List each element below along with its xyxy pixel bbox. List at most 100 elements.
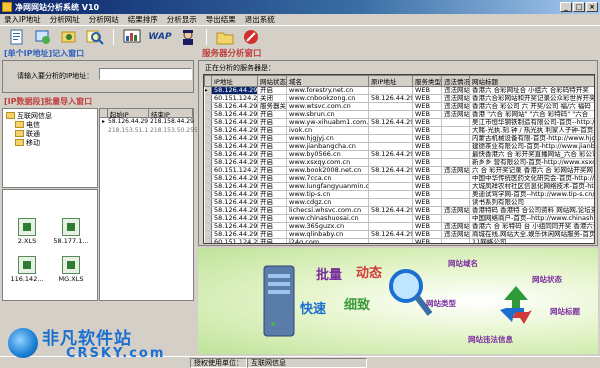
table-cell <box>368 86 413 95</box>
maximize-button[interactable]: □ <box>573 2 585 12</box>
table-cell: 58.126.44.29 <box>211 198 258 207</box>
table-row[interactable]: 58.126.44.29 开启 www.qlinbaby.cn 58.126.44.2… <box>204 230 594 239</box>
tree-node-root[interactable]: 互联网信息 <box>6 111 94 120</box>
results-table-container[interactable]: IP地址 网站状态 域名 原IP地址 服务类型 违法情况 网站标题 ▸ 58.126.44.2… <box>203 74 595 244</box>
table-cell: WEB <box>412 166 442 175</box>
table-cell <box>368 222 413 231</box>
stop-button[interactable] <box>240 28 262 46</box>
menu-item-sort[interactable]: 结果排序 <box>128 14 158 25</box>
table-row[interactable]: 58.126.44.29 开启 ivok.cn WEB 大赌-光执.刻.钟 / 热光执 … <box>204 126 594 135</box>
table-cell <box>441 198 470 207</box>
file-item[interactable]: MG.XLS <box>51 256 91 283</box>
table-cell <box>368 198 413 207</box>
menu-item-exit[interactable]: 退出系统 <box>245 14 275 25</box>
table-row[interactable]: 58.126.44.29 开启 www.yw-xihuabm1.com.cn 58.1… <box>204 118 594 127</box>
table-row[interactable]: 58.126.44.29 开启 www.hjgjyj.cn WEB 内蒙古机械设备有限-… <box>204 134 594 143</box>
column-header[interactable]: 原IP地址 <box>368 75 413 87</box>
table-row[interactable]: 58.126.44.29 开启 www.jianbangcha.cn WEB 建德茶业有… <box>204 142 594 151</box>
folder-icon <box>216 32 234 45</box>
table-row[interactable]: 58.126.44.29 开启 www.365guzx.cn WEB 违法网站 香港六 合… <box>204 222 594 231</box>
report-button[interactable] <box>121 28 143 46</box>
minimize-button[interactable]: _ <box>560 2 572 12</box>
table-cell: lichecsi.whsvc.com.cn <box>286 206 369 215</box>
file-item[interactable]: 58.177.1... <box>51 218 91 245</box>
column-header[interactable]: 违法情况 <box>441 75 470 87</box>
analyze-button[interactable] <box>32 28 54 46</box>
file-item[interactable]: 2.XLS <box>7 218 47 245</box>
tree-node-unicom[interactable]: 联通 <box>6 129 94 138</box>
table-row[interactable]: ▸ 58.126.44.29 开启 www.forestry.net.cn WEB 违法网… <box>204 86 594 95</box>
table-cell: 香港六 合 彩特码 台 小组同同开奖 香港六合 彩 <box>469 222 594 231</box>
table-cell: 大城凤祥农村社区信息化网络技术-首页-http:// <box>469 182 594 191</box>
file-item[interactable]: 116.142... <box>7 256 47 283</box>
stop-icon <box>244 30 258 44</box>
table-row[interactable]: 58.126.44.29 开启 www.xsxqy.com.cn WEB 新乡乡 营有限… <box>204 158 594 167</box>
column-header[interactable]: 服务类型 <box>412 75 442 87</box>
table-cell: WEB <box>412 142 442 151</box>
table-cell: 中国中华传统医药文化研究会-首页-http:// <box>469 174 594 183</box>
table-cell: 中国网络商户-首页--http://www.chinashuosai.cn <box>469 214 594 223</box>
table-cell: www.cnbookzong.cn <box>286 94 369 103</box>
table-cell: www.cdgz.cn <box>286 198 369 207</box>
table-cell: 58.126.44.29 <box>211 126 258 135</box>
file-name: 116.142... <box>10 275 44 283</box>
banner-word-dynamic: 动态 <box>356 266 383 281</box>
table-row[interactable]: 58.126.44.29 开启 www.cdgz.cn WEB 读书系列有限公司 <box>204 198 594 207</box>
menu-item-analyze-url[interactable]: 分析网址 <box>50 14 80 25</box>
search-button[interactable] <box>84 28 106 46</box>
column-header[interactable]: 网站状态 <box>257 75 287 87</box>
table-cell <box>368 142 413 151</box>
table-row[interactable]: 58.126.44.29 开启 lichecsi.whsvc.com.cn 58.12… <box>204 206 594 215</box>
process-button[interactable] <box>58 28 80 46</box>
ip-input[interactable] <box>99 68 192 80</box>
table-cell <box>441 126 470 135</box>
column-header[interactable]: IP地址 <box>211 75 258 87</box>
table-row[interactable]: 58.126.44.29 开启 www.7cca.cn WEB 中国中华传统医药文化研究… <box>204 174 594 183</box>
wap-button[interactable]: WAP <box>147 28 173 46</box>
grid-row[interactable]: ▸ 58.126.44.29 218.158.44.29 <box>100 118 194 127</box>
table-row[interactable]: 58.126.44.29开启www.lungfangyuanmin.com.cn… <box>204 182 594 191</box>
table-cell: 58.126.44.29 <box>211 182 258 191</box>
menu-item-export[interactable]: 导出结果 <box>206 14 236 25</box>
table-cell: 58.126.44.29 <box>211 86 258 95</box>
table-cell: 开启 <box>257 86 287 95</box>
import-button[interactable] <box>6 28 28 46</box>
row-indicator <box>204 166 212 175</box>
tree-node-mobile[interactable]: 移动 <box>6 138 94 147</box>
table-cell: www.yw-xihuabm1.com.cn <box>286 118 369 127</box>
table-row[interactable]: 58.126.44.29 开启 www.chinashuosai.cn WEB 中国网络… <box>204 214 594 223</box>
grid-cell: 218.153.50.255 <box>150 127 198 134</box>
tree-node-telecom[interactable]: 电信 <box>6 120 94 129</box>
police-button[interactable] <box>177 28 199 46</box>
table-cell: www.tip-s.cn <box>286 190 369 199</box>
table-cell: 读书系列有限公司 <box>469 198 594 207</box>
table-row[interactable]: 58.126.44.29 开启 www.tip-s.cn WEB 奥迪试驾学网-首页--… <box>204 190 594 199</box>
table-row[interactable]: 60.151.124.236开启www.book2008.net.cn58.12… <box>204 166 594 175</box>
column-header[interactable]: 网站标题 <box>469 75 594 87</box>
table-row[interactable]: 58.126.44.29服务器关闭www.wtsvc.com.cn WEB违法网站… <box>204 102 594 111</box>
menu-item-display[interactable]: 分析显示 <box>167 14 197 25</box>
magnifier-icon <box>389 269 433 316</box>
open-folder-button[interactable] <box>214 28 236 46</box>
table-cell: www.365guzx.cn <box>286 222 369 231</box>
menu-item-record-ip[interactable]: 录入IP地址 <box>4 14 41 25</box>
column-header: 结束IP <box>149 109 193 119</box>
close-button[interactable]: × <box>586 2 598 12</box>
grid-row[interactable]: 218.153.51.1 218.153.50.255 <box>100 127 198 136</box>
table-cell: 吴江市恒华钢铁制造有限公司-首页--http://www <box>469 118 594 127</box>
table-cell: WEB <box>412 86 442 95</box>
grid-cell: 218.158.44.29 <box>148 118 194 127</box>
folder-icon <box>15 139 24 146</box>
table-cell: 58.126.44.29 <box>211 150 258 159</box>
table-cell: 11网络公司 <box>469 238 594 243</box>
table-row[interactable]: 60.151.124.236关闭www.cnbookzong.cn58.126.… <box>204 94 594 103</box>
table-row[interactable]: 58.126.44.29 开启 www.sbrun.cn WEB 违法网站 香港 "六合 … <box>204 110 594 119</box>
table-row[interactable]: 58.126.44.29 开启 www.by0566.cn 58.126.44.29 W… <box>204 150 594 159</box>
table-cell: 开启 <box>257 142 287 151</box>
table-cell: 开启 <box>257 190 287 199</box>
menu-item-analyze-site[interactable]: 分析网站 <box>89 14 119 25</box>
column-header[interactable]: 域名 <box>286 75 369 87</box>
table-row[interactable]: 60.151.124.236开启i24g.com WEB 11网络公司 <box>204 238 594 243</box>
search-icon <box>86 30 104 45</box>
table-cell: 奥迪试驾学网-首页--http://www.tip-s.cn/ <box>469 190 594 199</box>
